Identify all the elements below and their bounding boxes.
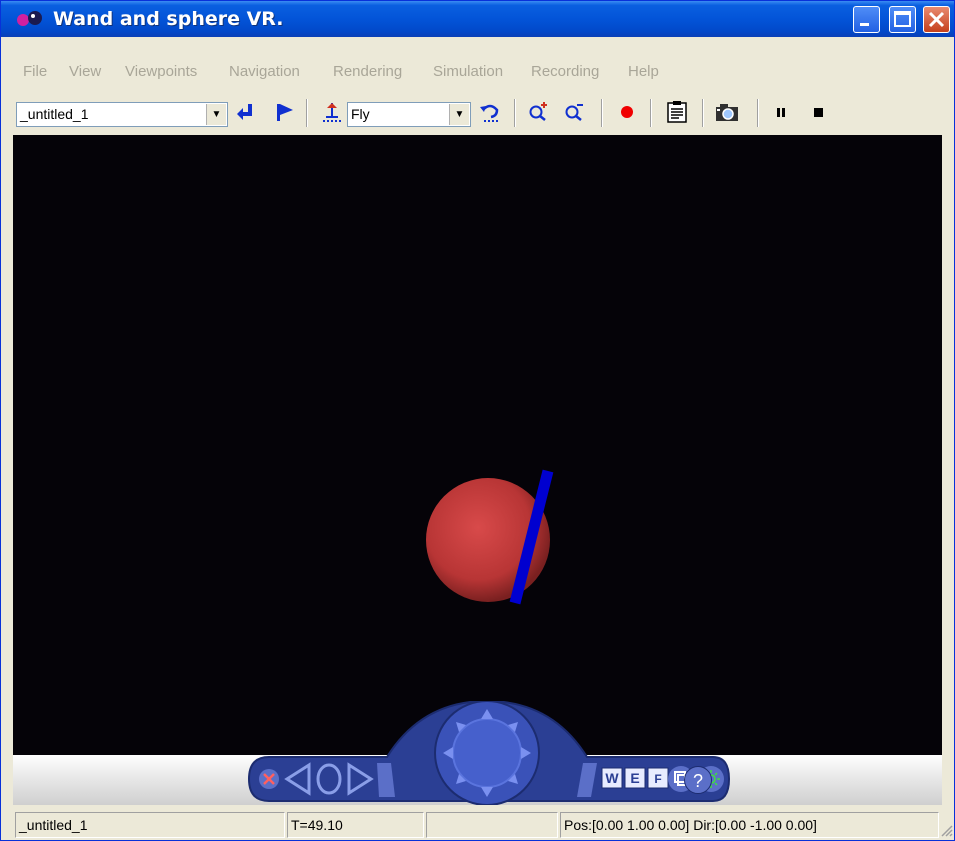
undo-move-button[interactable]: [477, 99, 503, 125]
walk-label: W: [605, 770, 619, 786]
menu-navigation[interactable]: Navigation: [229, 63, 300, 80]
world-select[interactable]: _untitled_1 ▼: [16, 102, 228, 127]
chevron-down-icon[interactable]: ▼: [206, 104, 226, 125]
world-select-value: _untitled_1: [20, 106, 89, 122]
app-icon: [17, 11, 42, 26]
menu-viewpoints[interactable]: Viewpoints: [125, 63, 197, 80]
navigation-dashboard: W E F: [247, 701, 731, 805]
menu-view[interactable]: View: [69, 63, 101, 80]
record-button[interactable]: [614, 99, 640, 125]
zoom-in-button[interactable]: [526, 99, 552, 125]
stop-icon: [814, 108, 823, 117]
menu-simulation[interactable]: Simulation: [433, 63, 503, 80]
help-icon: ?: [692, 771, 703, 791]
scene-canvas: [426, 469, 554, 605]
help-button[interactable]: ?: [684, 766, 712, 794]
close-icon: [928, 11, 945, 28]
toolbar-separator: [306, 99, 308, 127]
toolbar-separator: [757, 99, 759, 127]
chevron-down-icon[interactable]: ▼: [449, 104, 469, 125]
zoom-out-button[interactable]: [562, 99, 588, 125]
nav-mode-value: Fly: [351, 106, 370, 122]
pause-button[interactable]: [768, 99, 794, 125]
status-world: _untitled_1: [15, 812, 285, 838]
stop-button[interactable]: [805, 99, 831, 125]
return-button[interactable]: [232, 99, 258, 125]
return-icon: [237, 104, 252, 120]
fly-button[interactable]: F: [647, 767, 669, 789]
resize-grip-icon[interactable]: [939, 823, 953, 837]
clipboard-icon: [667, 101, 687, 123]
maximize-icon: [894, 11, 911, 27]
status-time: T=49.10: [287, 812, 424, 838]
fly-label: F: [654, 772, 661, 786]
undo-move-icon: [480, 104, 499, 122]
straighten-icon: [323, 103, 341, 122]
status-blank: [426, 812, 558, 838]
straighten-button[interactable]: [319, 99, 345, 125]
maximize-button[interactable]: [889, 6, 916, 33]
toolbar-separator: [601, 99, 603, 127]
minimize-button[interactable]: [853, 6, 880, 33]
menu-help[interactable]: Help: [628, 63, 659, 80]
close-button[interactable]: [923, 6, 950, 33]
3d-viewport[interactable]: [13, 135, 942, 755]
zoom-out-icon: [565, 104, 583, 121]
status-pose: Pos:[0.00 1.00 0.00] Dir:[0.00 -1.00 0.0…: [560, 812, 939, 838]
menu-rendering[interactable]: Rendering: [333, 63, 402, 80]
camera-button[interactable]: [714, 99, 740, 125]
status-bar: _untitled_1 T=49.10 Pos:[0.00 1.00 0.00]…: [1, 809, 954, 841]
minimize-icon: [860, 23, 869, 26]
record-icon: [621, 106, 633, 118]
toolbar-separator: [650, 99, 652, 127]
flag-icon: [277, 104, 293, 121]
clipboard-button[interactable]: [664, 99, 690, 125]
examine-button[interactable]: E: [624, 767, 646, 789]
menu-file[interactable]: File: [23, 63, 47, 80]
toolbar-separator: [702, 99, 704, 127]
nav-mode-select[interactable]: Fly ▼: [347, 102, 471, 127]
menu-bar: File View Viewpoints Navigation Renderin…: [1, 63, 954, 91]
title-bar[interactable]: Wand and sphere VR.: [1, 1, 954, 37]
app-window: Wand and sphere VR. File View Viewpoints…: [0, 0, 955, 841]
pause-icon: [777, 108, 785, 117]
walk-button[interactable]: W: [601, 767, 623, 789]
examine-label: E: [630, 770, 639, 786]
direction-pad[interactable]: [434, 701, 540, 805]
window-title: Wand and sphere VR.: [53, 8, 284, 30]
menu-recording[interactable]: Recording: [531, 63, 599, 80]
camera-icon: [716, 104, 738, 121]
flag-button[interactable]: [271, 99, 297, 125]
toolbar-separator: [514, 99, 516, 127]
zoom-in-icon: [529, 102, 547, 121]
